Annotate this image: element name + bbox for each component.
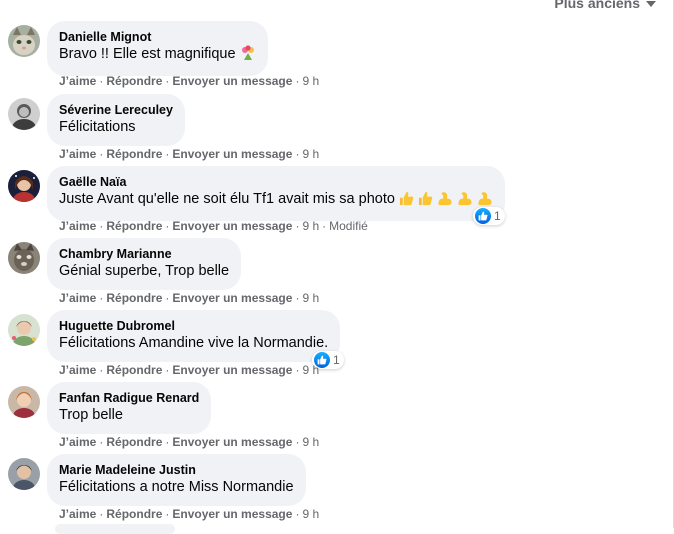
separator: ·: [295, 291, 300, 305]
separator: ·: [99, 435, 104, 449]
thumbs-up-icon: [399, 191, 414, 212]
comment-text: Félicitations a notre Miss Normandie: [59, 479, 294, 495]
comment-actions: J’aime · Répondre · Envoyer un message · 9 h · M…: [59, 218, 368, 234]
comment-author[interactable]: Séverine Lereculey: [59, 102, 173, 118]
reply-link[interactable]: Répondre: [106, 435, 162, 449]
separator: ·: [99, 507, 104, 521]
flexed-biceps-icon: [437, 191, 453, 212]
comment-bubble-partial: [55, 524, 175, 534]
like-link[interactable]: J’aime: [59, 147, 96, 161]
comment-actions: J’aime · Répondre · Envoyer un message · 9 h: [59, 146, 319, 162]
comment-text: Félicitations: [59, 119, 136, 135]
avatar[interactable]: [8, 170, 40, 202]
avatar[interactable]: [8, 242, 40, 274]
separator: ·: [99, 74, 104, 88]
comment-actions: J’aime · Répondre · Envoyer un message · 9 h: [59, 362, 319, 378]
avatar[interactable]: [8, 458, 40, 490]
reply-link[interactable]: Répondre: [106, 74, 162, 88]
timestamp[interactable]: 9 h: [302, 363, 319, 377]
comment-text: Génial superbe, Trop belle: [59, 263, 230, 279]
reaction-count: 1: [333, 353, 340, 367]
comment-actions: J’aime · Répondre · Envoyer un message · 9 h: [59, 290, 319, 306]
comment-bubble: Fanfan Radigue Renard Trop belle: [47, 382, 212, 434]
like-link[interactable]: J’aime: [59, 363, 96, 377]
flexed-biceps-icon: [457, 191, 473, 212]
comment-bubble: Séverine Lereculey Félicitations: [47, 94, 185, 146]
separator: ·: [165, 507, 170, 521]
like-link[interactable]: J’aime: [59, 435, 96, 449]
avatar[interactable]: [8, 98, 40, 130]
sort-label: Plus anciens: [554, 0, 640, 11]
separator: ·: [322, 219, 327, 233]
comment-author[interactable]: Huguette Dubromel: [59, 318, 328, 334]
separator: ·: [99, 291, 104, 305]
reply-link[interactable]: Répondre: [106, 507, 162, 521]
like-link[interactable]: J’aime: [59, 291, 96, 305]
reply-link[interactable]: Répondre: [106, 291, 162, 305]
comment-text: Bravo !! Elle est magnifique: [59, 46, 236, 62]
comment-bubble: Gaëlle Naïa Juste Avant qu'elle ne soit …: [47, 166, 506, 221]
separator: ·: [165, 219, 170, 233]
comment-actions: J’aime · Répondre · Envoyer un message · 9 h: [59, 73, 319, 89]
send-message-link[interactable]: Envoyer un message: [172, 363, 292, 377]
timestamp[interactable]: 9 h: [302, 291, 319, 305]
separator: ·: [295, 435, 300, 449]
like-link[interactable]: J’aime: [59, 507, 96, 521]
comment-bubble: Danielle Mignot Bravo !! Elle est magnif…: [47, 21, 268, 76]
thumbs-up-icon: [418, 191, 433, 212]
avatar[interactable]: [8, 386, 40, 418]
comment-author[interactable]: Danielle Mignot: [59, 29, 256, 45]
comment-author[interactable]: Chambry Marianne: [59, 246, 229, 262]
like-link[interactable]: J’aime: [59, 74, 96, 88]
comment-actions: J’aime · Répondre · Envoyer un message · 9 h: [59, 506, 319, 522]
reply-link[interactable]: Répondre: [106, 363, 162, 377]
timestamp[interactable]: 9 h: [302, 507, 319, 521]
avatar[interactable]: [8, 314, 40, 346]
timestamp[interactable]: 9 h: [302, 435, 319, 449]
separator: ·: [99, 147, 104, 161]
separator: ·: [295, 363, 300, 377]
separator: ·: [295, 74, 300, 88]
edited-label[interactable]: Modifié: [329, 219, 368, 233]
comment-author[interactable]: Fanfan Radigue Renard: [59, 390, 199, 406]
send-message-link[interactable]: Envoyer un message: [172, 147, 292, 161]
comment-actions: J’aime · Répondre · Envoyer un message · 9 h: [59, 434, 319, 450]
separator: ·: [99, 219, 104, 233]
separator: ·: [295, 147, 300, 161]
separator: ·: [165, 363, 170, 377]
separator: ·: [295, 507, 300, 521]
send-message-link[interactable]: Envoyer un message: [172, 74, 292, 88]
separator: ·: [295, 219, 300, 233]
send-message-link[interactable]: Envoyer un message: [172, 219, 292, 233]
bouquet-icon: [240, 45, 256, 67]
avatar[interactable]: [8, 25, 40, 57]
comment-author[interactable]: Gaëlle Naïa: [59, 174, 493, 190]
comment-text: Félicitations Amandine vive la Normandie…: [59, 335, 329, 351]
reaction-summary[interactable]: 1: [473, 207, 505, 225]
timestamp[interactable]: 9 h: [302, 147, 319, 161]
like-link[interactable]: J’aime: [59, 219, 96, 233]
send-message-link[interactable]: Envoyer un message: [172, 435, 292, 449]
separator: ·: [165, 435, 170, 449]
separator: ·: [99, 363, 104, 377]
comment-text: Trop belle: [59, 407, 123, 423]
timestamp[interactable]: 9 h: [302, 74, 319, 88]
separator: ·: [165, 74, 170, 88]
comment-text: Juste Avant qu'elle ne soit élu Tf1 avai…: [59, 191, 395, 207]
send-message-link[interactable]: Envoyer un message: [172, 507, 292, 521]
comment-author[interactable]: Marie Madeleine Justin: [59, 462, 294, 478]
comment-bubble: Huguette Dubromel Félicitations Amandine…: [47, 310, 341, 362]
separator: ·: [165, 147, 170, 161]
caret-down-icon: [646, 1, 656, 7]
reaction-count: 1: [494, 209, 501, 223]
timestamp[interactable]: 9 h: [302, 219, 319, 233]
send-message-link[interactable]: Envoyer un message: [172, 291, 292, 305]
sort-comments-button[interactable]: Plus anciens: [554, 0, 656, 11]
reply-link[interactable]: Répondre: [106, 147, 162, 161]
like-reaction-icon: [475, 208, 491, 224]
comment-bubble: Marie Madeleine Justin Félicitations a n…: [47, 454, 306, 506]
comment-bubble: Chambry Marianne Génial superbe, Trop be…: [47, 238, 242, 290]
separator: ·: [165, 291, 170, 305]
reply-link[interactable]: Répondre: [106, 219, 162, 233]
